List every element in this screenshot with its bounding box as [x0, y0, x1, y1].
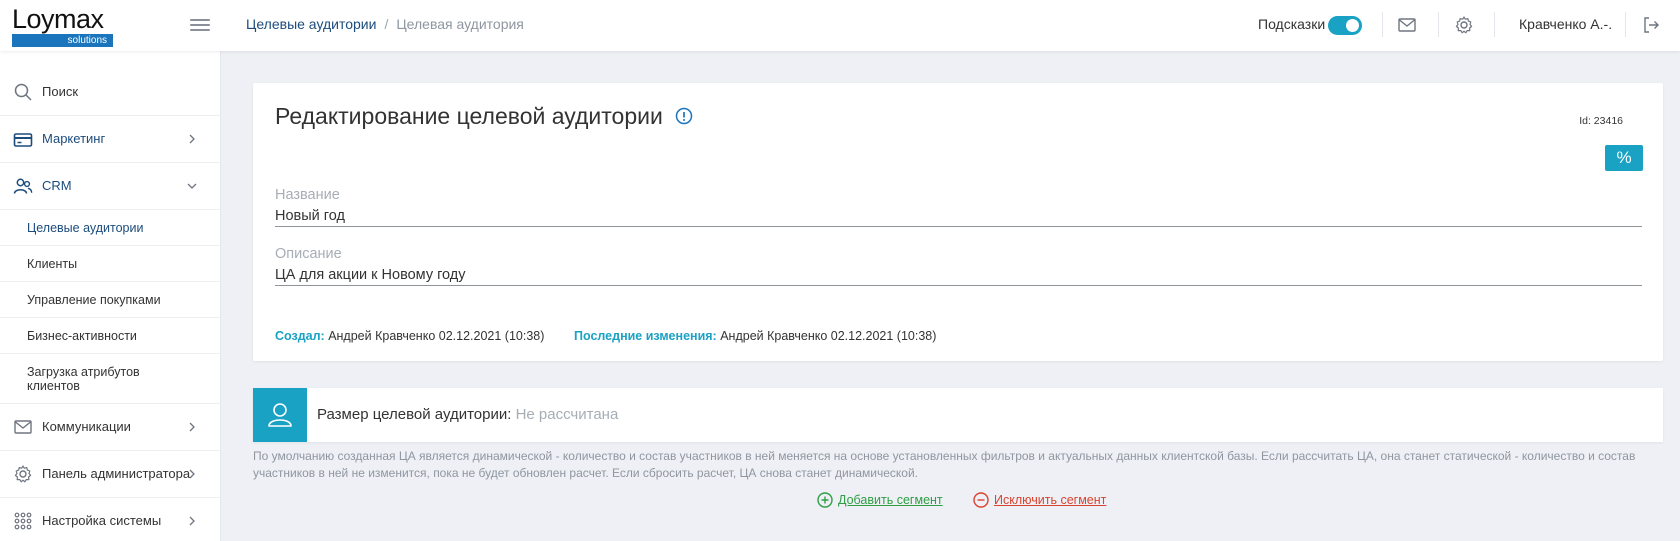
sidebar-item-search[interactable]: Поиск [0, 68, 221, 116]
breadcrumb: Целевые аудитории / Целевая аудитория [246, 16, 524, 32]
user-name[interactable]: Кравченко А.-. [1519, 16, 1612, 32]
created-info: Создал: Андрей Кравченко 02.12.2021 (10:… [275, 329, 544, 343]
logo-wordmark: Loymax [12, 4, 104, 34]
exclude-segment-label: Исключить сегмент [994, 493, 1107, 507]
sidebar-item-communications[interactable]: Коммуникации [0, 404, 221, 451]
audience-edit-card: Редактирование целевой аудитории Id: 234… [253, 83, 1663, 361]
page-title: Редактирование целевой аудитории [275, 103, 663, 129]
sidebar-item-label: Поиск [42, 84, 79, 99]
sidebar-item-label: Маркетинг [42, 131, 106, 146]
name-field[interactable] [275, 205, 1642, 227]
sidebar-item-system-settings[interactable]: Настройка системы [0, 498, 221, 541]
sidebar-subitem-label: Целевые аудитории [27, 221, 144, 235]
sidebar-item-label: Коммуникации [42, 419, 131, 434]
settings-gear-icon[interactable] [1454, 15, 1474, 35]
logo-subtitle: solutions [12, 34, 113, 47]
logout-icon[interactable] [1641, 15, 1661, 35]
sidebar: Поиск Маркетинг CRM Целевые аудитории Кл… [0, 51, 221, 541]
sidebar-subitem-label: Клиенты [27, 257, 78, 271]
info-icon[interactable] [675, 107, 693, 125]
sidebar-subitem-label: Загрузка атрибутов клиентов [27, 365, 140, 393]
header-divider [1625, 12, 1626, 37]
sidebar-subitem-label: Бизнес-активности [27, 329, 137, 343]
search-icon [14, 83, 32, 101]
hints-toggle[interactable] [1328, 16, 1362, 35]
created-value: Андрей Кравченко 02.12.2021 (10:38) [328, 329, 545, 343]
chevron-down-icon [187, 183, 197, 189]
users-icon [13, 178, 33, 194]
sidebar-item-label: Панель администратора [42, 466, 191, 481]
audience-size-icon-box [253, 388, 307, 442]
card-icon [13, 133, 33, 147]
sidebar-item-label: Настройка системы [42, 513, 162, 528]
modified-key: Последние изменения: [574, 329, 717, 343]
mail-icon [14, 420, 32, 434]
header-divider [1382, 12, 1383, 37]
breadcrumb-link-audiences[interactable]: Целевые аудитории [246, 16, 376, 32]
minus-circle-icon [973, 492, 989, 508]
plus-circle-icon [817, 492, 833, 508]
name-label: Название [275, 187, 340, 203]
chevron-right-icon [189, 422, 195, 432]
audience-size-label: Размер целевой аудитории: [317, 406, 512, 423]
audience-help-note: По умолчанию созданная ЦА является динам… [253, 449, 1636, 480]
exclude-segment-link[interactable]: Исключить сегмент [973, 492, 1106, 508]
gear-icon [14, 465, 32, 483]
sidebar-item-admin-panel[interactable]: Панель администратора [0, 451, 221, 498]
logo[interactable]: Loymax solutions [12, 4, 115, 47]
sidebar-subitem-clients[interactable]: Клиенты [0, 246, 221, 282]
description-label: Описание [275, 246, 342, 262]
breadcrumb-separator: / [384, 16, 389, 32]
header-divider [1494, 12, 1495, 37]
modified-info: Последние изменения: Андрей Кравченко 02… [574, 329, 936, 343]
chevron-right-icon [189, 469, 195, 479]
description-field[interactable] [275, 264, 1642, 286]
top-header: Loymax solutions Целевые аудитории / Цел… [0, 0, 1680, 51]
mail-icon[interactable] [1397, 15, 1417, 35]
sidebar-subitem-target-audiences[interactable]: Целевые аудитории [0, 210, 221, 246]
breadcrumb-current: Целевая аудитория [396, 16, 524, 32]
chevron-right-icon [189, 516, 195, 526]
sidebar-item-crm[interactable]: CRM [0, 163, 221, 210]
audience-size-value: Не рассчитана [515, 406, 619, 423]
menu-toggle-icon[interactable] [190, 16, 210, 34]
sidebar-item-label: CRM [42, 178, 72, 193]
percent-button[interactable]: % [1605, 145, 1643, 171]
sidebar-subitem-label: Управление покупками [27, 293, 161, 307]
sidebar-subitem-business-activities[interactable]: Бизнес-активности [0, 318, 221, 354]
modified-value: Андрей Кравченко 02.12.2021 (10:38) [720, 329, 937, 343]
sidebar-subitem-attribute-upload[interactable]: Загрузка атрибутов клиентов [0, 354, 221, 404]
chevron-right-icon [189, 134, 195, 144]
audience-size-bar: Размер целевой аудитории: Не рассчитана [253, 388, 1663, 442]
toggle-knob [1346, 19, 1359, 32]
grid-icon [14, 512, 32, 530]
created-key: Создал: [275, 329, 325, 343]
sidebar-item-marketing[interactable]: Маркетинг [0, 116, 221, 163]
hints-label: Подсказки [1258, 16, 1326, 32]
add-segment-link[interactable]: Добавить сегмент [817, 492, 943, 508]
audience-id: Id: 23416 [1579, 115, 1623, 127]
add-segment-label: Добавить сегмент [838, 493, 943, 507]
user-outline-icon [268, 403, 292, 427]
audience-size-text: Размер целевой аудитории: Не рассчитана [317, 406, 618, 423]
header-divider [1438, 12, 1439, 37]
sidebar-subitem-purchase-management[interactable]: Управление покупками [0, 282, 221, 318]
